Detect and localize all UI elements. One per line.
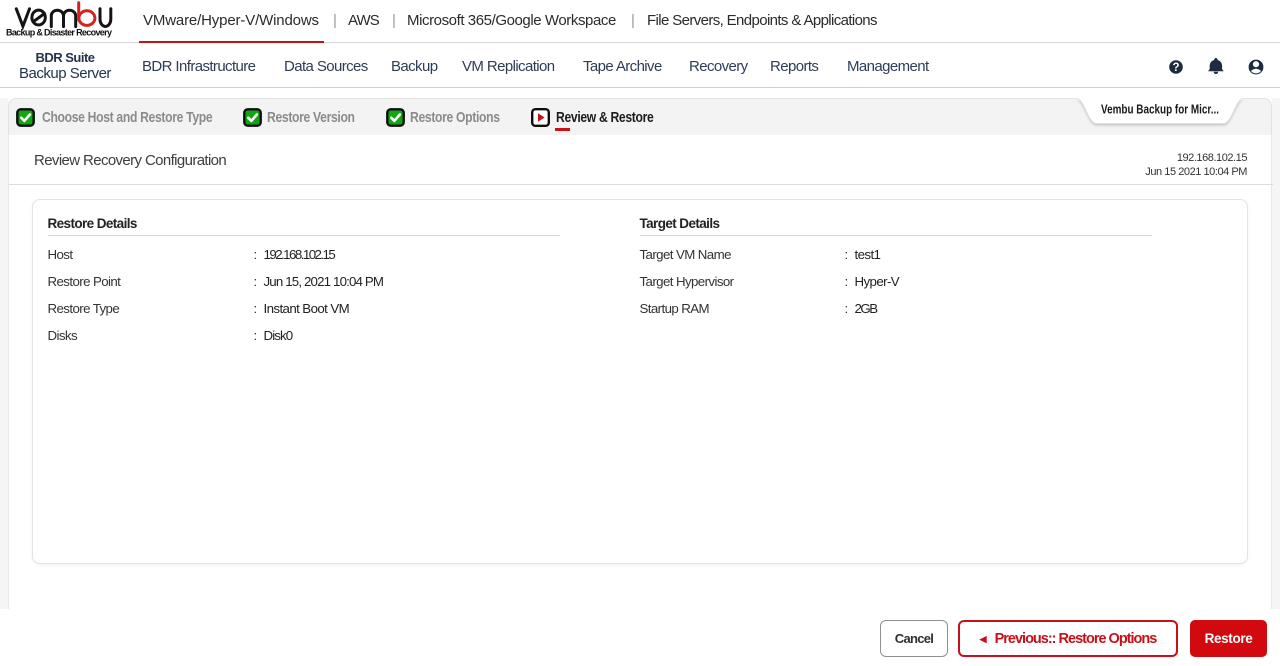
svg-text:Vembu Backup for Micr...: Vembu Backup for Micr... bbox=[1101, 103, 1219, 117]
svg-text:Backup & Disaster Recovery: Backup & Disaster Recovery bbox=[6, 28, 112, 38]
svg-text:?: ? bbox=[1172, 62, 1179, 74]
